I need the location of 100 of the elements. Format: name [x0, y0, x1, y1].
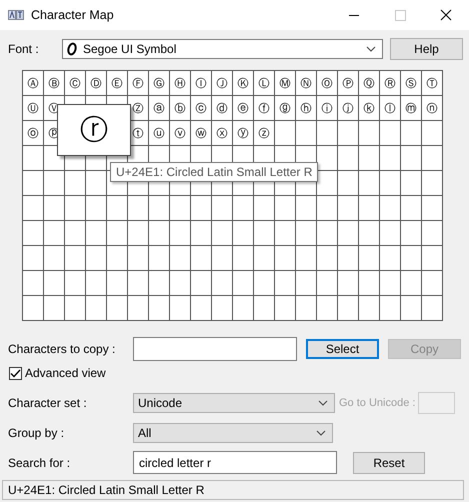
search-field[interactable]: circled letter r: [133, 451, 337, 474]
character-cell[interactable]: Ⓚ: [233, 71, 254, 96]
character-cell[interactable]: [23, 221, 44, 246]
checkbox[interactable]: [9, 366, 22, 380]
character-cell[interactable]: Ⓜ: [275, 71, 296, 96]
character-cell[interactable]: [233, 246, 254, 271]
character-cell[interactable]: [317, 121, 338, 146]
character-cell[interactable]: [65, 221, 86, 246]
character-cell[interactable]: [170, 271, 191, 296]
character-cell[interactable]: [233, 221, 254, 246]
character-cell[interactable]: Ⓗ: [170, 71, 191, 96]
character-cell[interactable]: ⓩ: [254, 121, 275, 146]
character-cell[interactable]: ⓔ: [233, 96, 254, 121]
character-cell[interactable]: [86, 171, 107, 196]
character-cell[interactable]: [128, 246, 149, 271]
character-cell[interactable]: [338, 146, 359, 171]
character-cell[interactable]: [170, 246, 191, 271]
character-cell[interactable]: [65, 246, 86, 271]
character-cell[interactable]: [149, 271, 170, 296]
character-cell[interactable]: [338, 271, 359, 296]
character-cell[interactable]: [380, 296, 401, 321]
character-cell[interactable]: [44, 296, 65, 321]
character-cell[interactable]: [128, 221, 149, 246]
character-cell[interactable]: [359, 246, 380, 271]
character-cell[interactable]: [128, 271, 149, 296]
character-cell[interactable]: [422, 271, 443, 296]
character-cell[interactable]: ⓘ: [317, 96, 338, 121]
character-cell[interactable]: [170, 221, 191, 246]
character-cell[interactable]: [191, 271, 212, 296]
character-cell[interactable]: Ⓞ: [317, 71, 338, 96]
group-by-dropdown[interactable]: All: [133, 423, 333, 443]
font-dropdown[interactable]: Segoe UI Symbol: [62, 39, 383, 59]
character-cell[interactable]: Ⓕ: [128, 71, 149, 96]
character-cell[interactable]: [254, 271, 275, 296]
character-cell[interactable]: [275, 271, 296, 296]
character-cell[interactable]: [359, 171, 380, 196]
character-cell[interactable]: [191, 246, 212, 271]
help-button[interactable]: Help: [390, 38, 463, 60]
character-cell[interactable]: [401, 171, 422, 196]
character-cell[interactable]: [212, 296, 233, 321]
character-cell[interactable]: [44, 246, 65, 271]
character-cell[interactable]: [149, 246, 170, 271]
character-cell[interactable]: [296, 246, 317, 271]
character-cell[interactable]: [149, 196, 170, 221]
character-cell[interactable]: [86, 296, 107, 321]
character-cell[interactable]: [212, 271, 233, 296]
character-cell[interactable]: ⓙ: [338, 96, 359, 121]
character-cell[interactable]: [107, 221, 128, 246]
character-cell[interactable]: Ⓟ: [338, 71, 359, 96]
character-cell[interactable]: Ⓡ: [380, 71, 401, 96]
character-cell[interactable]: [422, 221, 443, 246]
character-cell[interactable]: [191, 221, 212, 246]
character-cell[interactable]: [254, 296, 275, 321]
character-cell[interactable]: [170, 296, 191, 321]
character-cell[interactable]: [317, 246, 338, 271]
character-cell[interactable]: [275, 296, 296, 321]
character-cell[interactable]: [422, 146, 443, 171]
character-cell[interactable]: [65, 296, 86, 321]
character-cell[interactable]: [44, 196, 65, 221]
character-cell[interactable]: ⓐ: [149, 96, 170, 121]
character-cell[interactable]: [107, 196, 128, 221]
character-cell[interactable]: Ⓣ: [422, 71, 443, 96]
character-cell[interactable]: [86, 271, 107, 296]
character-cell[interactable]: ⓦ: [191, 121, 212, 146]
character-cell[interactable]: Ⓑ: [44, 71, 65, 96]
character-cell[interactable]: [275, 246, 296, 271]
character-cell[interactable]: [65, 196, 86, 221]
character-cell[interactable]: [422, 246, 443, 271]
character-cell[interactable]: [359, 271, 380, 296]
character-cell[interactable]: [401, 221, 422, 246]
character-cell[interactable]: [23, 196, 44, 221]
character-cell[interactable]: [422, 171, 443, 196]
character-cell[interactable]: [401, 121, 422, 146]
character-cell[interactable]: [275, 221, 296, 246]
character-cell[interactable]: [338, 246, 359, 271]
character-cell[interactable]: [23, 296, 44, 321]
character-cell[interactable]: [212, 246, 233, 271]
action-button[interactable]: Select: [306, 339, 379, 359]
character-cell[interactable]: [380, 196, 401, 221]
character-cell[interactable]: [317, 196, 338, 221]
character-cell[interactable]: Ⓓ: [86, 71, 107, 96]
character-cell[interactable]: Ⓛ: [254, 71, 275, 96]
character-cell[interactable]: [254, 196, 275, 221]
character-cell[interactable]: [107, 296, 128, 321]
character-cell[interactable]: [128, 296, 149, 321]
character-cell[interactable]: [44, 221, 65, 246]
character-cell[interactable]: Ⓘ: [191, 71, 212, 96]
reset-button[interactable]: Reset: [353, 452, 425, 474]
character-cell[interactable]: [296, 196, 317, 221]
character-cell[interactable]: [338, 196, 359, 221]
character-cell[interactable]: [296, 221, 317, 246]
character-cell[interactable]: [128, 196, 149, 221]
character-cell[interactable]: [149, 221, 170, 246]
character-cell[interactable]: [380, 121, 401, 146]
character-cell[interactable]: [317, 271, 338, 296]
character-cell[interactable]: [107, 246, 128, 271]
character-cell[interactable]: [422, 121, 443, 146]
character-cell[interactable]: [359, 121, 380, 146]
character-cell[interactable]: Ⓤ: [23, 96, 44, 121]
character-cell[interactable]: [401, 146, 422, 171]
